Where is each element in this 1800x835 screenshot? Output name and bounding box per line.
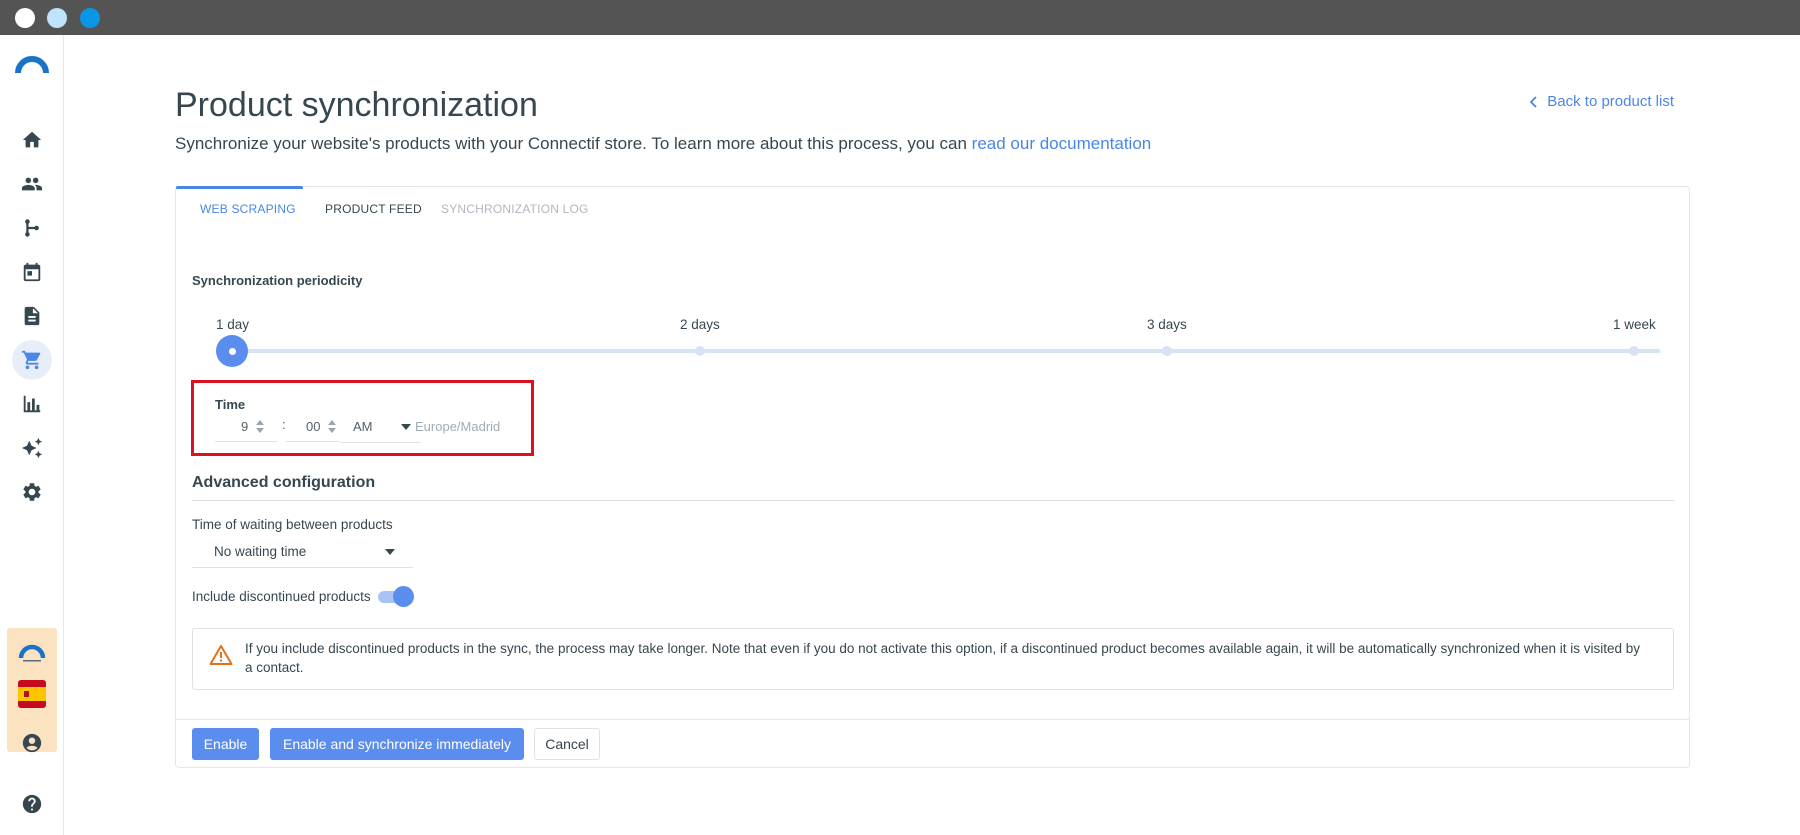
workflow-icon [25, 219, 39, 237]
sidebar-item-help[interactable] [12, 784, 52, 824]
sidebar-item-ai[interactable] [12, 428, 52, 468]
sidebar-item-profile[interactable] [12, 723, 52, 763]
discontinued-products-toggle[interactable] [378, 586, 414, 608]
section-divider [192, 500, 1674, 501]
hour-value: 9 [241, 419, 249, 434]
timezone-label: Europe/Madrid [415, 419, 501, 434]
warning-text: If you include discontinued products in … [245, 641, 1641, 675]
periodicity-option-1-week[interactable]: 1 week [1613, 317, 1656, 332]
meridiem-value: AM [353, 419, 373, 434]
waiting-time-select[interactable]: No waiting time [192, 536, 413, 568]
periodicity-slider-tick[interactable] [1162, 346, 1172, 356]
cart-icon [21, 350, 41, 370]
window-titlebar [0, 0, 1800, 35]
enable-button[interactable]: Enable [192, 728, 259, 760]
home-icon [22, 131, 42, 148]
sidebar-item-calendar[interactable] [12, 252, 52, 292]
periodicity-label: Synchronization periodicity [192, 273, 363, 288]
back-link-label: Back to product list [1547, 93, 1674, 110]
connectif-logo-icon [18, 644, 46, 662]
sidebar-item-store[interactable] [12, 340, 52, 380]
page-title: Product synchronization [175, 86, 538, 124]
active-tab-indicator [176, 186, 303, 189]
document-icon [24, 306, 40, 326]
window-minimize-button[interactable] [47, 8, 67, 28]
periodicity-option-2-days[interactable]: 2 days [680, 317, 720, 332]
advanced-configuration-title: Advanced configuration [192, 474, 376, 491]
sidebar-item-reports[interactable] [12, 384, 52, 424]
sidebar-item-home[interactable] [12, 120, 52, 160]
documentation-link[interactable]: read our documentation [972, 134, 1152, 153]
caret-down-icon [385, 549, 395, 555]
periodicity-option-1-day[interactable]: 1 day [216, 317, 249, 332]
sidebar-item-settings[interactable] [12, 472, 52, 512]
sidebar [0, 35, 64, 835]
sparkles-icon [21, 437, 43, 459]
minute-input[interactable]: 00 [286, 412, 340, 442]
page-subtitle-text: Synchronize your website's products with… [175, 134, 972, 153]
enable-and-synchronize-button[interactable]: Enable and synchronize immediately [270, 728, 524, 760]
time-label: Time [215, 397, 246, 412]
discontinued-warning-box: If you include discontinued products in … [192, 628, 1674, 690]
tab-product-feed[interactable]: PRODUCT FEED [325, 202, 422, 216]
help-icon [22, 794, 42, 814]
periodicity-slider-tick[interactable] [1629, 346, 1639, 356]
warning-icon [209, 645, 233, 665]
periodicity-option-3-days[interactable]: 3 days [1147, 317, 1187, 332]
sidebar-item-workflows[interactable] [12, 208, 52, 248]
window-close-button[interactable] [15, 8, 35, 28]
sidebar-item-content[interactable] [12, 296, 52, 336]
sidebar-item-contacts[interactable] [12, 164, 52, 204]
periodicity-slider-thumb[interactable] [216, 335, 248, 367]
gear-icon [23, 483, 41, 501]
user-circle-icon [22, 733, 42, 753]
people-icon [21, 177, 43, 191]
calendar-icon [23, 262, 41, 282]
bar-chart-icon [23, 395, 41, 413]
waiting-time-value: No waiting time [214, 544, 307, 559]
window-maximize-button[interactable] [80, 8, 100, 28]
cancel-button[interactable]: Cancel [534, 728, 600, 760]
chevron-left-icon [1529, 95, 1537, 108]
minute-stepper-icon[interactable] [328, 420, 337, 433]
periodicity-slider-track[interactable] [232, 349, 1660, 353]
time-highlight-box: Time 9 : 00 AM Europe/Madrid [191, 380, 534, 456]
tab-synchronization-log[interactable]: SYNCHRONIZATION LOG [441, 202, 589, 216]
connectif-logo-icon[interactable] [15, 53, 49, 75]
hour-input[interactable]: 9 [215, 412, 277, 442]
minute-value: 00 [306, 419, 321, 434]
footer-divider [176, 719, 1689, 720]
sync-settings-card: WEB SCRAPING PRODUCT FEED SYNCHRONIZATIO… [175, 186, 1690, 768]
hour-stepper-icon[interactable] [256, 420, 265, 433]
spain-flag-icon [18, 680, 46, 708]
page-subtitle: Synchronize your website's products with… [175, 134, 1151, 154]
back-to-product-list-link[interactable]: Back to product list [1529, 93, 1674, 110]
periodicity-slider-tick[interactable] [695, 346, 705, 356]
toggle-knob [393, 586, 414, 607]
caret-down-icon [401, 424, 411, 430]
meridiem-select[interactable]: AM [341, 411, 421, 443]
tab-web-scraping[interactable]: WEB SCRAPING [200, 202, 296, 216]
discontinued-products-label: Include discontinued products [192, 589, 371, 604]
waiting-time-label: Time of waiting between products [192, 517, 393, 532]
